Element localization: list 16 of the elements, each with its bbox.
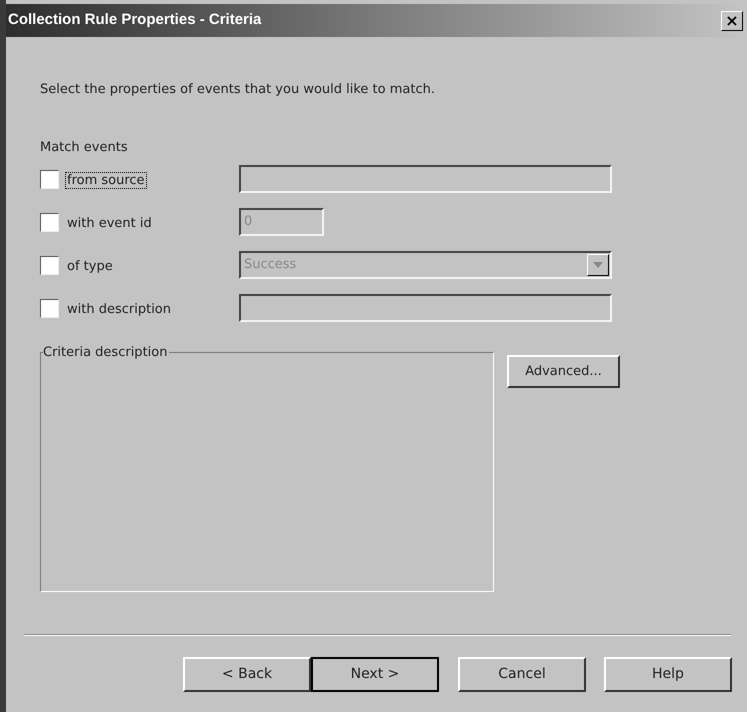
dialog-button[interactable]: Next > [311,657,439,692]
dialog-button[interactable]: Cancel [458,657,586,692]
checkbox-label: with event id [66,215,153,232]
advanced-button[interactable]: Advanced... [507,355,620,388]
dropdown-value: Success [244,256,296,274]
dialog-button[interactable]: Help [604,657,732,692]
dialog-button[interactable]: < Back [183,657,311,692]
instruction-text: Select the properties of events that you would like to match. [40,81,436,99]
field-value: 0 [244,213,252,232]
close-button[interactable]: × [721,10,743,30]
group-label: Match events [40,138,129,156]
checkbox-label: from source [65,172,147,189]
group-box-title: Criteria description [43,344,170,361]
window-title: Collection Rule Properties - Criteria [8,10,262,30]
checkbox-label: with description [66,301,172,318]
checkbox-label: of type [66,258,114,275]
